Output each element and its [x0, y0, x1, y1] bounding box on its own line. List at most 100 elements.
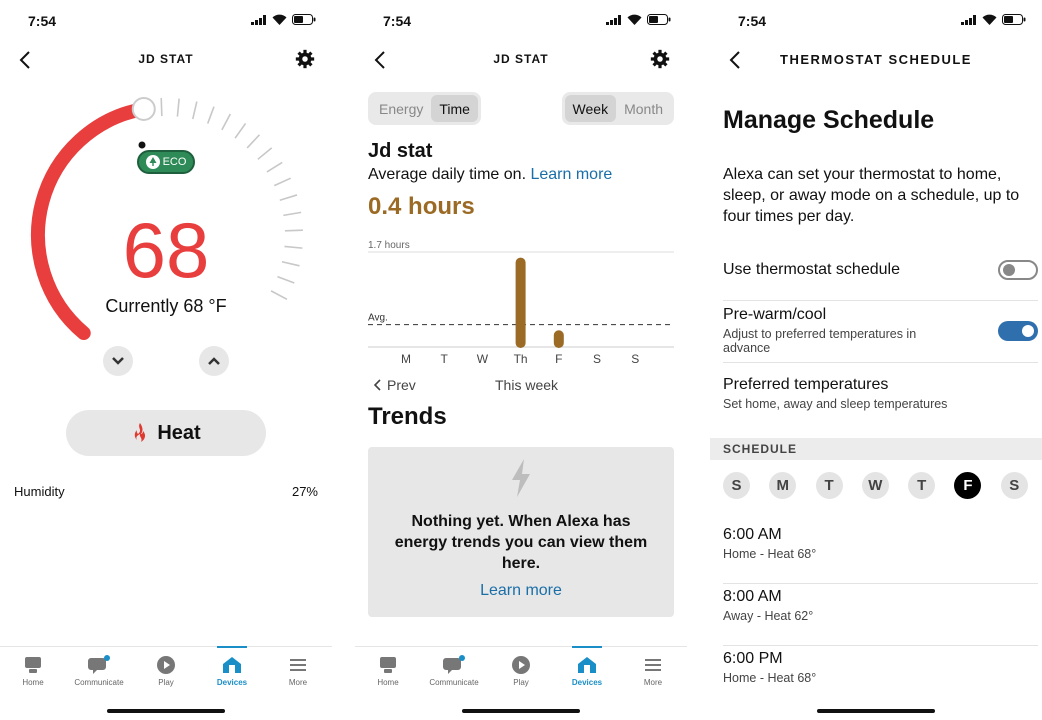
chat-bubble-icon — [88, 655, 110, 674]
chart-tick-label: S — [631, 352, 639, 366]
average-text: Average daily time on. — [368, 166, 527, 183]
battery-icon — [647, 14, 671, 25]
day-button[interactable]: W — [861, 472, 889, 499]
day-button[interactable]: S — [1000, 472, 1028, 499]
use-schedule-row: Use thermostat schedule — [723, 250, 1038, 301]
dial-tick — [279, 194, 298, 201]
trends-empty-message: Nothing yet. When Alexa has energy trend… — [394, 513, 648, 572]
learn-more-link[interactable]: Learn more — [530, 166, 612, 183]
trends-empty-card: Nothing yet. When Alexa has energy trend… — [368, 447, 674, 617]
prev-week-button[interactable]: Prev — [373, 377, 416, 393]
schedule-slot[interactable]: 6:00 PM Home - Heat 68° — [723, 646, 1038, 708]
chevron-left-icon — [373, 379, 381, 391]
signal-icon — [606, 14, 621, 25]
device-name: Jd stat — [368, 140, 433, 162]
toggle-knob — [1022, 325, 1034, 337]
dial-handle[interactable] — [131, 96, 156, 121]
use-schedule-label: Use thermostat schedule — [723, 261, 900, 278]
tab-home-label: Home — [377, 678, 399, 687]
heat-mode-button[interactable]: Heat — [66, 410, 266, 456]
tab-play[interactable]: Play — [491, 655, 551, 687]
schedule-slot[interactable]: 6:00 AM Home - Heat 68° — [723, 522, 1038, 584]
week-label: This week — [495, 377, 559, 393]
use-schedule-toggle[interactable] — [998, 260, 1038, 280]
heat-mode-label: Heat — [157, 421, 201, 444]
play-icon — [157, 656, 175, 674]
tab-home[interactable]: Home — [358, 655, 418, 687]
trends-learn-more-link[interactable]: Learn more — [368, 582, 674, 600]
preferred-label: Preferred temperatures — [723, 376, 889, 393]
tab-home-label: Home — [22, 678, 44, 687]
chart-tick-label: W — [477, 352, 489, 366]
day-button[interactable]: S — [723, 472, 750, 499]
tab-more-label: More — [643, 678, 663, 687]
menu-lines-icon — [290, 659, 306, 671]
status-icons — [606, 14, 671, 25]
day-button[interactable]: M — [769, 472, 797, 499]
menu-lines-icon — [645, 659, 661, 671]
tree-icon — [145, 155, 160, 169]
tab-communicate[interactable]: Communicate — [69, 655, 129, 687]
increase-temp-button[interactable] — [199, 346, 229, 376]
tab-devices[interactable]: Devices — [557, 646, 617, 687]
tab-more[interactable]: More — [623, 655, 683, 687]
prewarm-sublabel: Adjust to preferred temperatures in adva… — [723, 327, 917, 355]
chart-average-label: Avg. — [368, 313, 388, 324]
segment-month[interactable]: Month — [616, 95, 671, 122]
wifi-icon — [272, 14, 287, 25]
wifi-icon — [982, 14, 997, 25]
usage-screen: 7:54 JD STAT Energy Time Week Month Jd s… — [355, 0, 687, 720]
eco-label: ECO — [162, 156, 187, 168]
prewarm-toggle[interactable] — [998, 321, 1038, 341]
status-bar: 7:54 — [0, 0, 332, 40]
signal-icon — [961, 14, 976, 25]
gear-icon[interactable] — [294, 48, 316, 70]
devices-house-icon — [223, 657, 241, 673]
signal-icon — [251, 14, 266, 25]
tab-play[interactable]: Play — [136, 655, 196, 687]
manage-schedule-heading: Manage Schedule — [723, 106, 935, 134]
current-temperature: Currently 68 °F — [105, 296, 227, 316]
nav-bar: THERMOSTAT SCHEDULE — [710, 40, 1042, 80]
target-temperature: 68 — [122, 206, 210, 294]
lightning-icon — [512, 459, 530, 497]
chat-bubble-icon — [443, 655, 465, 674]
trends-title: Trends — [368, 403, 447, 430]
chart-tick-label: F — [555, 352, 562, 366]
day-button[interactable]: F — [954, 472, 982, 499]
gear-icon[interactable] — [649, 48, 671, 70]
day-button[interactable]: T — [908, 472, 936, 499]
dial-tick — [246, 134, 261, 149]
segment-time[interactable]: Time — [431, 95, 478, 122]
chart-tick-label: Th — [514, 352, 528, 366]
segment-energy[interactable]: Energy — [371, 95, 431, 122]
tab-devices-label: Devices — [571, 678, 603, 687]
chevron-down-icon — [112, 357, 124, 365]
tab-devices[interactable]: Devices — [202, 646, 262, 687]
battery-icon — [1002, 14, 1026, 25]
prev-label: Prev — [387, 377, 416, 393]
status-time: 7:54 — [28, 13, 57, 29]
dial-marker-dot — [138, 141, 146, 149]
tab-home[interactable]: Home — [3, 655, 63, 687]
toggle-knob — [1003, 264, 1015, 276]
dial-tick — [160, 98, 163, 117]
tab-communicate[interactable]: Communicate — [424, 655, 484, 687]
segment-week[interactable]: Week — [564, 95, 617, 122]
chart-tick-label: S — [593, 352, 601, 366]
schedule-description: Alexa can set your thermostat to home, s… — [723, 166, 1020, 225]
tab-more-label: More — [288, 678, 308, 687]
day-button[interactable]: T — [815, 472, 843, 499]
schedule-slot[interactable]: 8:00 AM Away - Heat 62° — [723, 584, 1038, 646]
chart-tick-label: T — [441, 352, 449, 366]
chart-bar — [553, 330, 564, 348]
thermostat-screen: 7:54 JD STAT ECO 68 Currently 68 °F Heat… — [0, 0, 332, 720]
status-time: 7:54 — [738, 13, 767, 29]
tab-devices-label: Devices — [216, 678, 248, 687]
page-title: JD STAT — [493, 52, 549, 66]
decrease-temp-button[interactable] — [103, 346, 133, 376]
preferred-temperatures-row[interactable]: Preferred temperatures Set home, away an… — [723, 372, 1038, 422]
status-icons — [961, 14, 1026, 25]
home-indicator — [107, 709, 225, 713]
tab-more[interactable]: More — [268, 655, 328, 687]
